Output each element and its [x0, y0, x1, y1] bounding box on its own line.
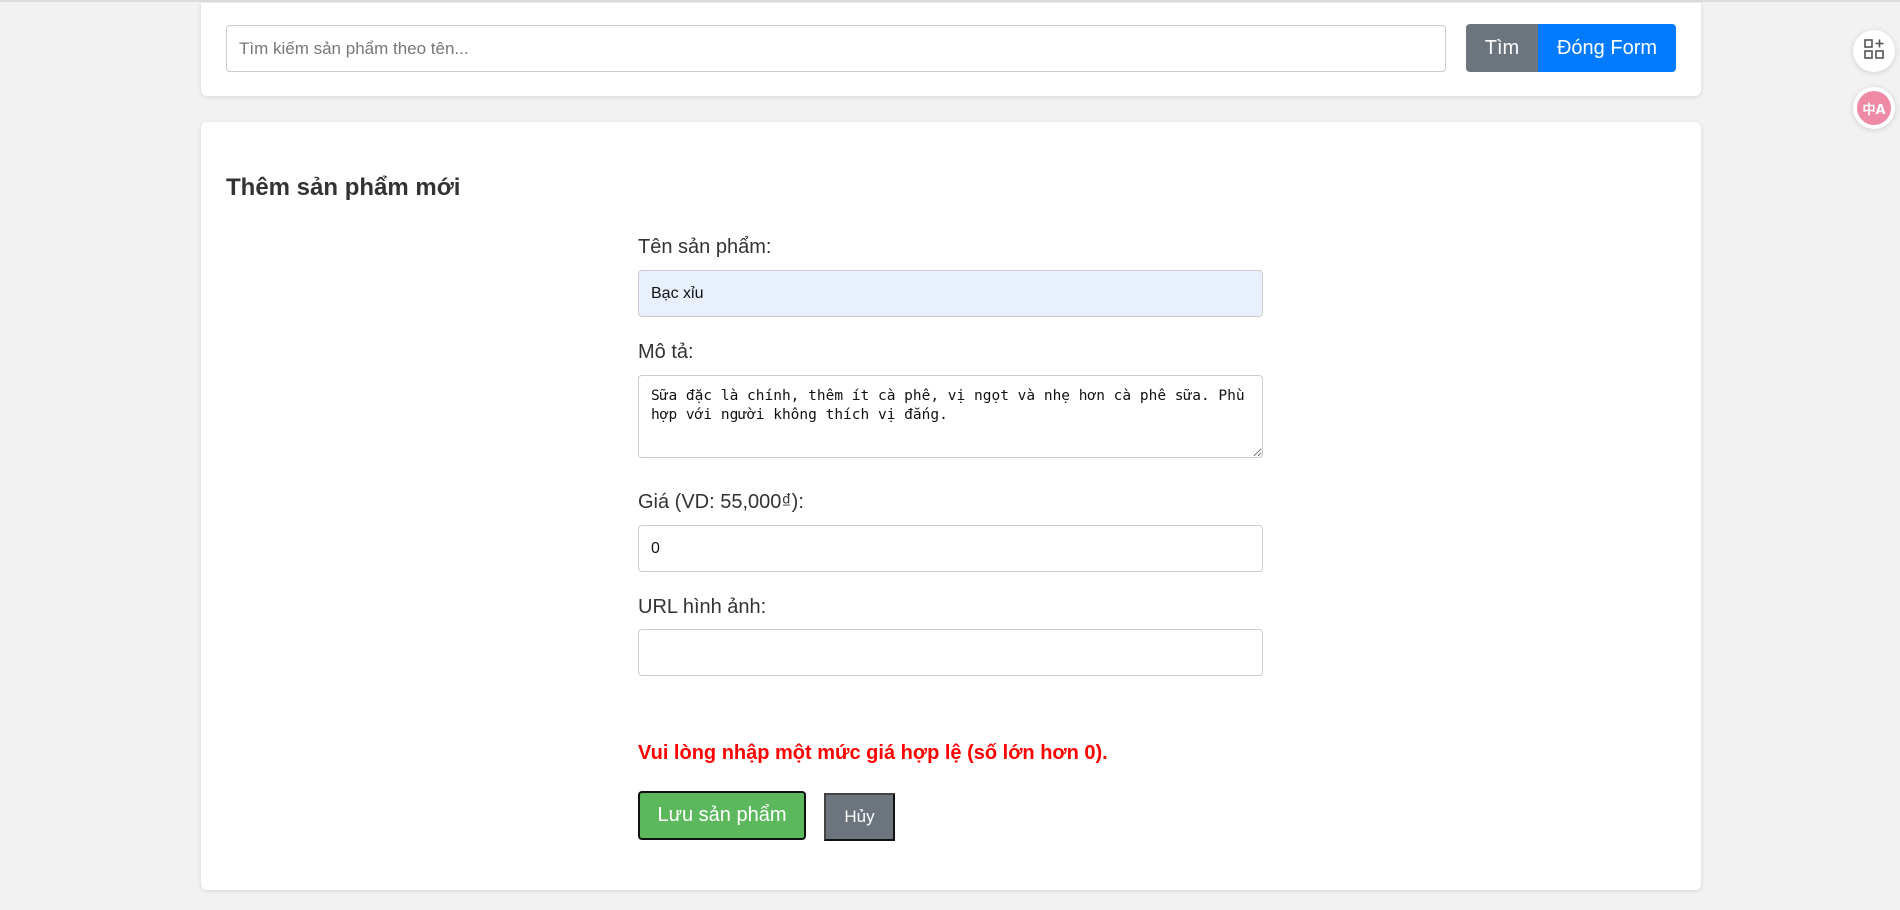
cancel-button[interactable]: Hủy: [824, 793, 895, 841]
description-textarea[interactable]: Sữa đặc là chính, thêm ít cà phê, vị ngọ…: [638, 375, 1263, 458]
apps-add-icon: [1863, 38, 1885, 65]
product-name-input[interactable]: [638, 270, 1263, 317]
price-input[interactable]: [638, 525, 1263, 572]
translate-button[interactable]: 中A: [1853, 87, 1895, 129]
image-url-input[interactable]: [638, 629, 1263, 676]
add-product-form-card: Thêm sản phẩm mới Tên sản phẩm: Mô tả: S…: [201, 122, 1701, 890]
price-error-message: Vui lòng nhập một mức giá hợp lệ (số lớn…: [638, 742, 1108, 764]
save-product-button[interactable]: Lưu sản phẩm: [638, 791, 806, 840]
close-form-button[interactable]: Đóng Form: [1538, 24, 1676, 72]
image-url-label: URL hình ảnh:: [638, 596, 767, 618]
top-divider: [0, 0, 1900, 2]
form-title: Thêm sản phẩm mới: [226, 174, 461, 201]
search-input[interactable]: [226, 25, 1446, 72]
translate-icon: 中A: [1857, 91, 1891, 125]
search-bar-card: Tìm Đóng Form: [201, 3, 1701, 96]
apps-add-button[interactable]: [1853, 30, 1895, 72]
price-label: Giá (VD: 55,000₫):: [638, 491, 804, 513]
product-name-label: Tên sản phẩm:: [638, 236, 772, 258]
description-label: Mô tả:: [638, 341, 694, 363]
search-button[interactable]: Tìm: [1466, 24, 1538, 72]
